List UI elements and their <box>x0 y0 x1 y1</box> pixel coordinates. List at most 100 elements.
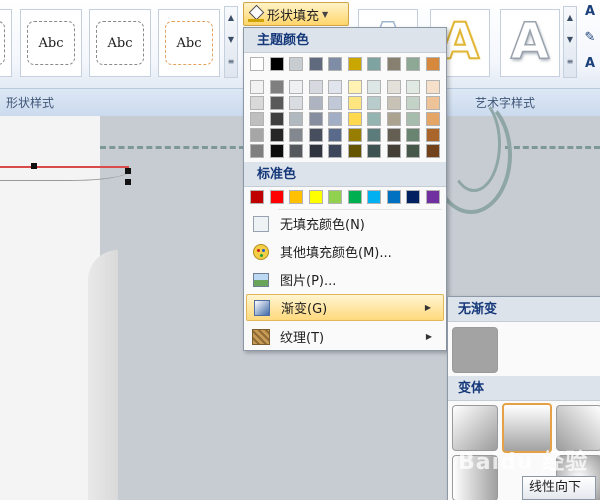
standard-color-swatch[interactable] <box>250 190 264 204</box>
theme-shade-swatch[interactable] <box>386 112 401 126</box>
wordart-style-thumb[interactable]: A <box>500 9 560 77</box>
standard-color-swatch[interactable] <box>386 190 401 204</box>
theme-shade-swatch[interactable] <box>308 80 323 94</box>
theme-shade-swatch[interactable] <box>386 80 401 94</box>
theme-shade-swatch[interactable] <box>406 128 420 142</box>
theme-shade-swatch[interactable] <box>386 128 401 142</box>
theme-shade-swatch[interactable] <box>328 96 342 110</box>
theme-shade-swatch[interactable] <box>406 80 420 94</box>
texture-icon <box>252 328 270 345</box>
menu-item-no-fill[interactable]: 无填充颜色(N) <box>246 210 444 237</box>
theme-shade-swatch[interactable] <box>289 96 303 110</box>
watermark: Baidu 经验 <box>458 450 589 475</box>
theme-shade-swatch[interactable] <box>425 144 440 158</box>
theme-shade-swatch[interactable] <box>308 144 323 158</box>
theme-color-swatch[interactable] <box>269 57 284 71</box>
text-outline-icon[interactable]: ✎ <box>581 30 599 52</box>
theme-shade-swatch[interactable] <box>328 144 342 158</box>
theme-shade-swatch[interactable] <box>367 96 381 110</box>
theme-color-swatch[interactable] <box>308 57 323 71</box>
theme-shade-swatch[interactable] <box>269 80 284 94</box>
theme-shade-swatch[interactable] <box>289 80 303 94</box>
standard-color-swatch[interactable] <box>367 190 381 204</box>
theme-shade-swatch[interactable] <box>347 128 362 142</box>
theme-shade-swatch[interactable] <box>289 128 303 142</box>
theme-shade-swatch[interactable] <box>289 144 303 158</box>
theme-shade-swatch[interactable] <box>425 96 440 110</box>
theme-shade-swatch[interactable] <box>308 112 323 126</box>
theme-shade-swatch[interactable] <box>425 128 440 142</box>
theme-shade-swatch[interactable] <box>308 128 323 142</box>
resize-handle[interactable] <box>125 179 131 185</box>
theme-color-swatch[interactable] <box>250 57 264 71</box>
theme-color-swatch[interactable] <box>347 57 362 71</box>
theme-shade-swatch[interactable] <box>406 112 420 126</box>
theme-shade-swatch[interactable] <box>367 80 381 94</box>
variants-header: 变体 <box>448 376 600 401</box>
theme-shade-swatch[interactable] <box>250 80 264 94</box>
theme-color-swatch[interactable] <box>386 57 401 71</box>
theme-shade-swatch[interactable] <box>425 112 440 126</box>
theme-shade-swatch[interactable] <box>347 96 362 110</box>
theme-shade-swatch[interactable] <box>367 112 381 126</box>
theme-shade-swatch[interactable] <box>250 128 264 142</box>
shape-style-thumb[interactable]: Abc <box>89 9 151 77</box>
shape-styles-group-label: 形状样式 <box>6 96 55 110</box>
theme-shade-swatch[interactable] <box>328 80 342 94</box>
standard-color-swatch[interactable] <box>289 190 303 204</box>
theme-shade-swatch[interactable] <box>250 96 264 110</box>
theme-shade-swatch[interactable] <box>308 96 323 110</box>
theme-shade-swatch[interactable] <box>269 112 284 126</box>
menu-item-more-colors[interactable]: 其他填充颜色(M)... <box>246 238 444 265</box>
theme-shade-swatch[interactable] <box>289 112 303 126</box>
standard-color-swatch[interactable] <box>406 190 420 204</box>
theme-shade-swatch[interactable] <box>406 96 420 110</box>
theme-color-swatch[interactable] <box>406 57 420 71</box>
theme-shade-swatch[interactable] <box>347 144 362 158</box>
paint-bucket-icon <box>248 5 264 23</box>
shape-styles-scroll[interactable]: ▲ ▼ ≡ <box>224 6 238 78</box>
theme-color-swatch[interactable] <box>289 57 303 71</box>
theme-shade-swatch[interactable] <box>269 144 284 158</box>
shape-fill-button[interactable]: 形状填充 ▼ <box>243 2 349 26</box>
theme-shade-swatch[interactable] <box>406 144 420 158</box>
menu-item-picture[interactable]: 图片(P)... <box>246 266 444 293</box>
theme-shade-swatch[interactable] <box>347 80 362 94</box>
theme-shade-swatch[interactable] <box>386 144 401 158</box>
text-effects-icon[interactable]: A <box>581 56 599 78</box>
wordart-styles-scroll[interactable]: ▲ ▼ ≡ <box>563 6 577 78</box>
shape-style-thumb[interactable]: Abc <box>158 9 220 77</box>
dashed-line <box>505 146 600 149</box>
menu-item-gradient[interactable]: 渐变(G) ▶ <box>246 294 444 321</box>
chevron-down-icon: ▼ <box>322 9 329 19</box>
selected-shape[interactable] <box>0 166 129 181</box>
no-gradient-header: 无渐变 <box>448 297 600 322</box>
theme-shade-swatch[interactable] <box>425 80 440 94</box>
shape-style-thumb[interactable]: Abc <box>20 9 82 77</box>
theme-shade-swatch[interactable] <box>250 144 264 158</box>
theme-shade-swatch[interactable] <box>347 112 362 126</box>
standard-color-swatch[interactable] <box>269 190 284 204</box>
theme-color-swatch[interactable] <box>425 57 440 71</box>
standard-color-swatch[interactable] <box>308 190 323 204</box>
standard-color-swatch[interactable] <box>347 190 362 204</box>
theme-shade-swatch[interactable] <box>367 128 381 142</box>
theme-color-swatch[interactable] <box>328 57 342 71</box>
shape-style-thumb[interactable] <box>0 9 12 77</box>
theme-shade-swatch[interactable] <box>328 128 342 142</box>
theme-color-swatch[interactable] <box>367 57 381 71</box>
no-gradient-tile[interactable] <box>452 327 498 373</box>
theme-shade-swatch[interactable] <box>386 96 401 110</box>
theme-shade-swatch[interactable] <box>367 144 381 158</box>
theme-shade-swatch[interactable] <box>328 112 342 126</box>
standard-color-swatch[interactable] <box>328 190 342 204</box>
standard-color-swatch[interactable] <box>425 190 440 204</box>
theme-shade-swatch[interactable] <box>269 96 284 110</box>
tooltip: 线性向下 <box>522 476 596 500</box>
resize-handle[interactable] <box>125 168 131 174</box>
menu-item-texture[interactable]: 纹理(T) ▶ <box>246 323 444 350</box>
theme-shade-swatch[interactable] <box>250 112 264 126</box>
theme-shade-swatch[interactable] <box>269 128 284 142</box>
resize-handle[interactable] <box>31 163 37 169</box>
text-fill-icon[interactable]: A <box>581 4 599 26</box>
